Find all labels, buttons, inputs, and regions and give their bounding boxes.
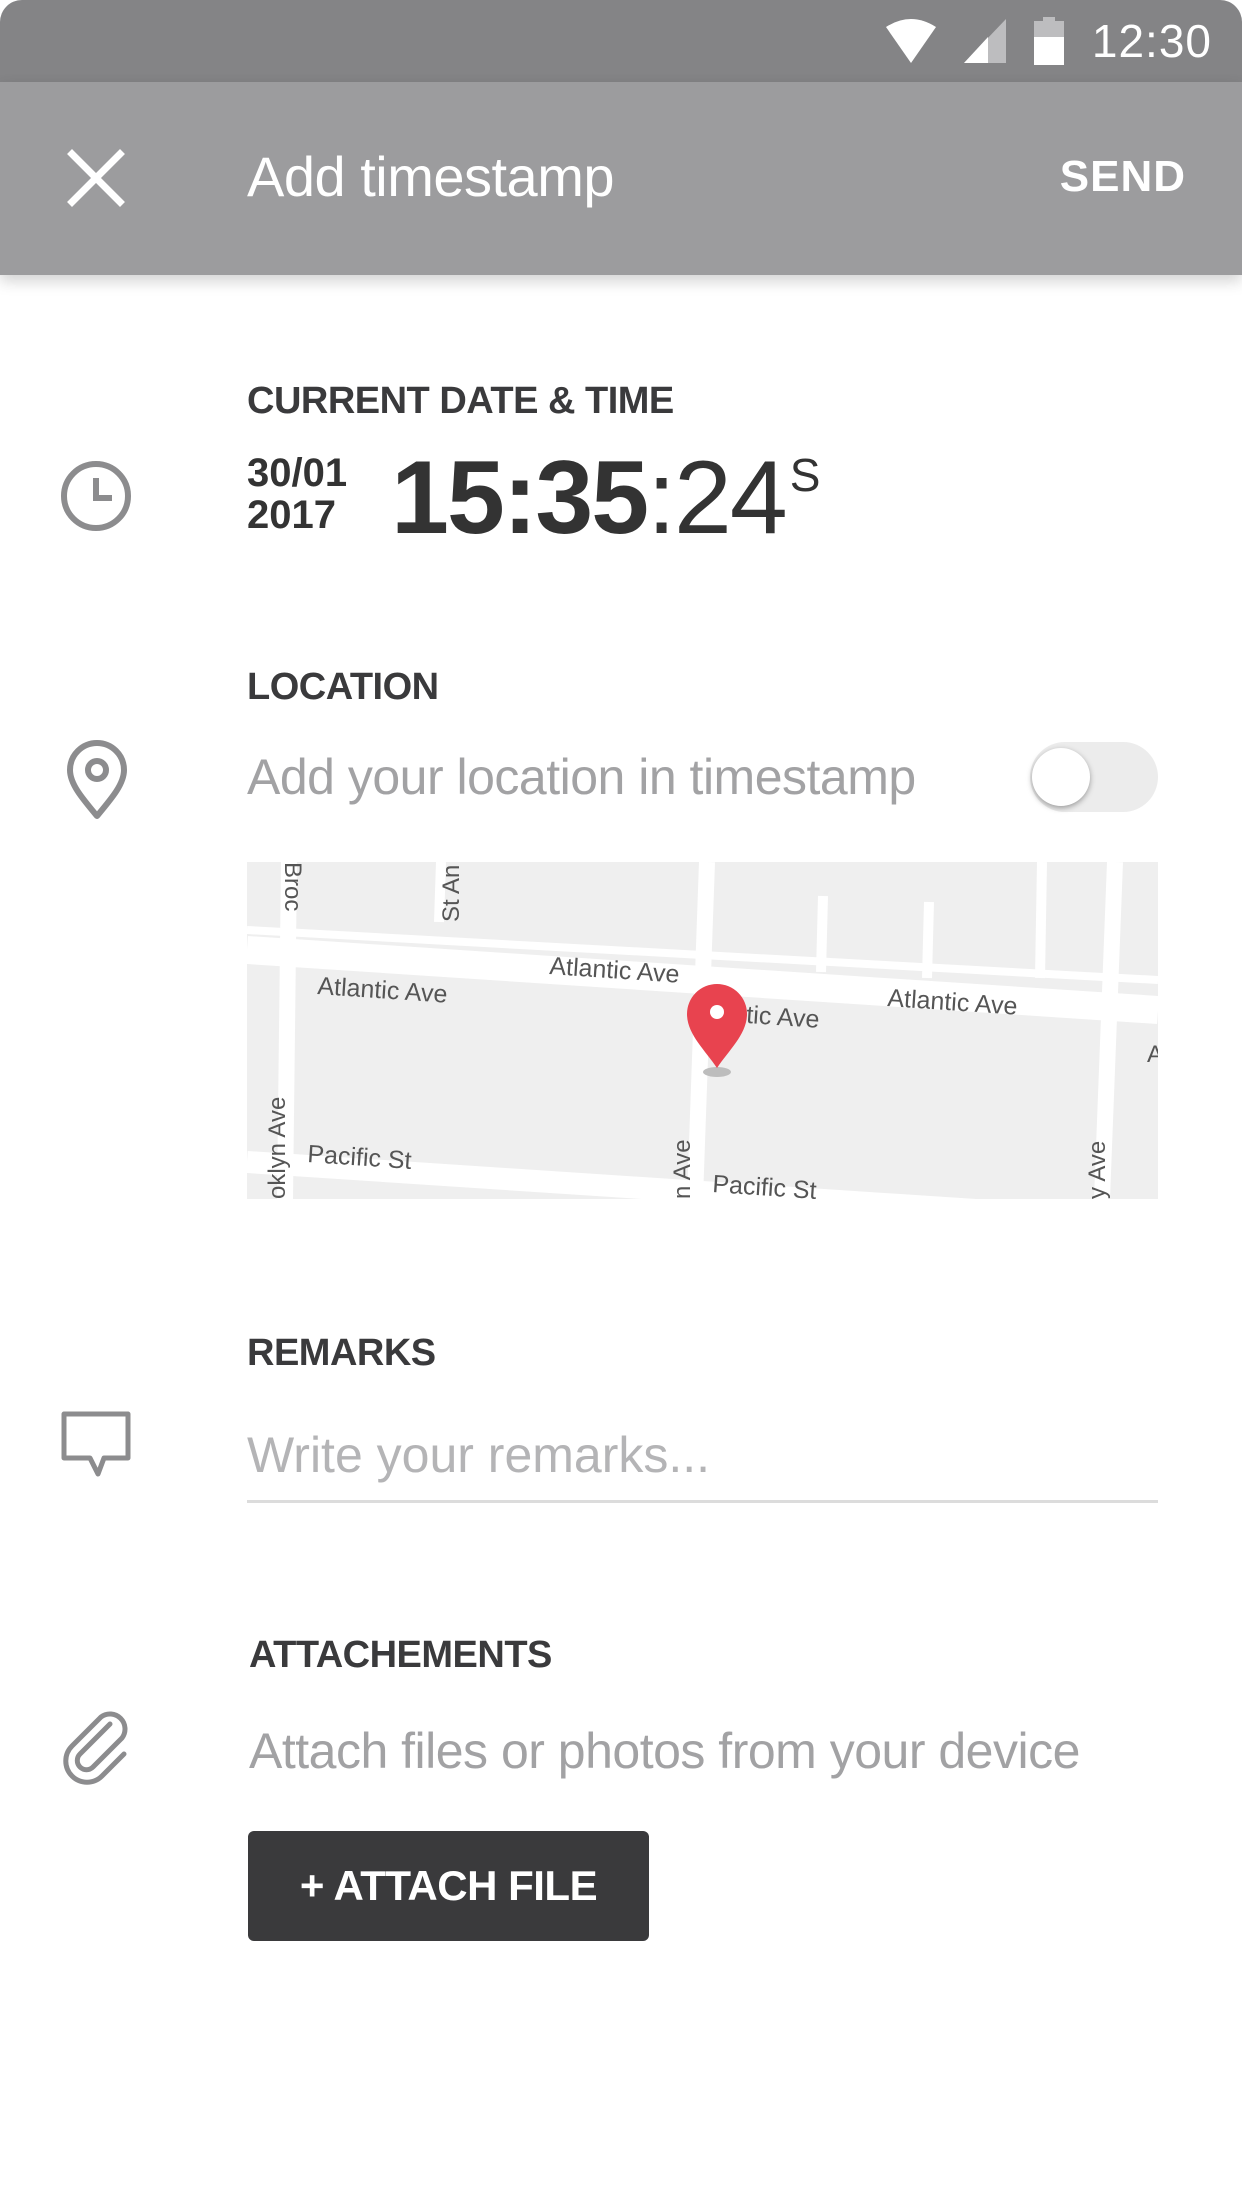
attachments-label: ATTACHEMENTS: [249, 1634, 552, 1676]
date-year: 2017: [247, 493, 336, 537]
map-label: y Ave: [1084, 1141, 1111, 1199]
attachments-hint: Attach files or photos from your device: [249, 1723, 1080, 1779]
location-hint: Add your location in timestamp: [247, 749, 916, 805]
status-time: 12:30: [1091, 15, 1212, 67]
toggle-knob: [1032, 748, 1090, 806]
time-seconds: :24: [647, 440, 788, 556]
map-label: A: [1147, 1041, 1158, 1068]
cellular-signal-icon: [963, 19, 1006, 63]
map-label: oklyn Ave: [264, 1097, 291, 1199]
remarks-label: REMARKS: [247, 1332, 436, 1374]
location-pin-icon: [67, 740, 127, 819]
time-hours-minutes: 15:35: [391, 440, 649, 556]
page-title: Add timestamp: [247, 145, 615, 208]
date-display: 30/01 2017: [247, 452, 347, 536]
wifi-icon: [885, 19, 936, 63]
status-icons: 12:30: [885, 0, 1212, 82]
send-button[interactable]: SEND: [1060, 152, 1186, 202]
attach-file-button[interactable]: + ATTACH FILE: [248, 1831, 649, 1941]
remarks-input[interactable]: [247, 1410, 1158, 1503]
date-day-month: 30/01: [247, 451, 348, 495]
location-toggle[interactable]: [1030, 742, 1158, 812]
close-icon: [67, 149, 125, 207]
map-label: St An: [438, 865, 465, 922]
time-seconds-suffix: S: [789, 449, 821, 501]
close-button[interactable]: [60, 142, 132, 214]
location-map[interactable]: Atlantic Ave Atlantic Ave Atlantic Ave n…: [247, 862, 1158, 1199]
datetime-label: CURRENT DATE & TIME: [247, 380, 674, 422]
app-bar: Add timestamp SEND: [0, 82, 1242, 275]
paperclip-icon: [63, 1711, 128, 1785]
map-graphic: Atlantic Ave Atlantic Ave Atlantic Ave n…: [247, 862, 1158, 1199]
clock-icon: [61, 461, 131, 531]
battery-icon: [1033, 17, 1064, 65]
comment-icon: [61, 1411, 131, 1477]
map-label: n Ave: [669, 1139, 696, 1199]
datetime-display: 30/01 2017 15:35 :24 S: [247, 440, 821, 556]
map-label: Broc: [279, 862, 306, 911]
location-label: LOCATION: [247, 666, 439, 708]
status-bar: 12:30: [0, 0, 1242, 82]
